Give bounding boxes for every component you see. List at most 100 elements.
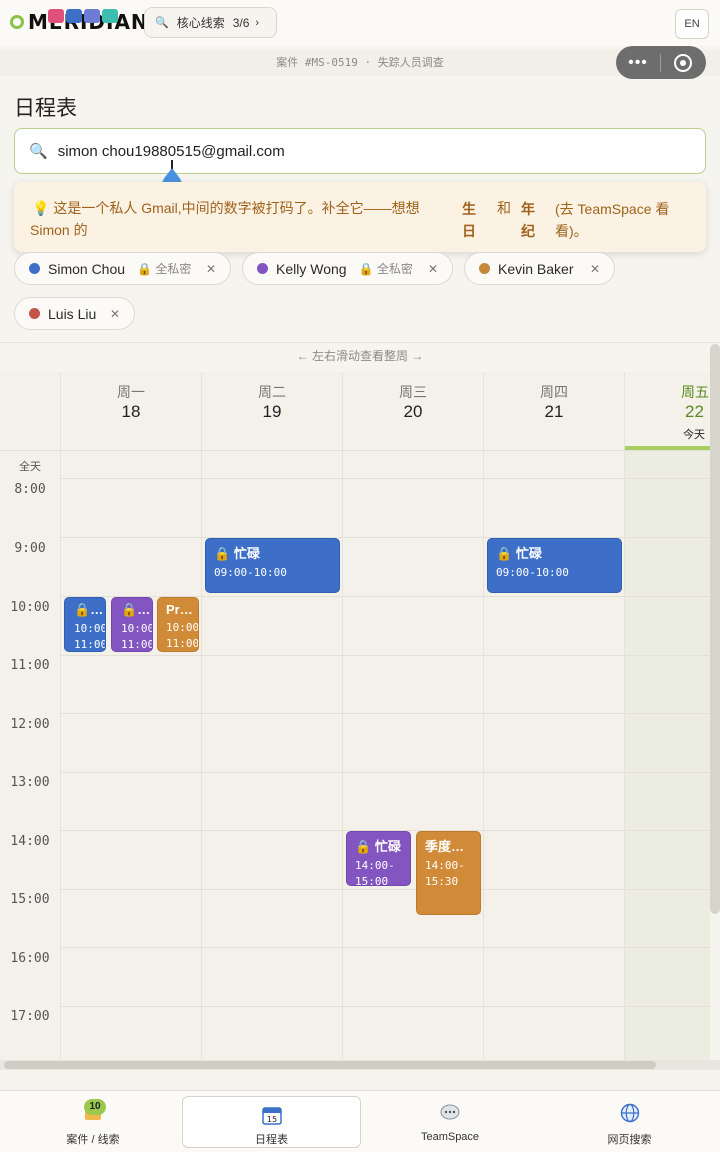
bottom-navigation: 10 案件 / 线索 15 日程表 TeamSpace 网页搜索 (0, 1090, 720, 1152)
horizontal-scrollbar[interactable] (0, 1060, 720, 1070)
person-name: Simon Chou (48, 260, 126, 277)
person-color-dot (257, 263, 268, 274)
remove-tag-button[interactable]: ✕ (110, 307, 120, 321)
calendar-event-busy[interactable]: 🔒 忙碌 09:00-10:00 (205, 538, 340, 593)
calendar-event-busy[interactable]: 🔒 忙碌 14:00- 15:00 (346, 831, 411, 886)
remove-tag-button[interactable]: ✕ (206, 262, 216, 276)
event-title: 季度… (425, 839, 465, 854)
miniprogram-capsule: ••• (616, 46, 706, 79)
remove-tag-button[interactable]: ✕ (590, 262, 600, 276)
hint-popover: 💡 这是一个私人 Gmail,中间的数字被打码了。补全它——想想 Simon 的… (14, 182, 706, 252)
shield-app-icon (66, 9, 82, 23)
event-title: 🔒 忙碌 (496, 546, 542, 561)
lightbulb-icon: 💡 (32, 200, 54, 216)
chat-bubble-icon (440, 1104, 460, 1120)
time-label: 11:00 (10, 658, 50, 673)
hint-keyword-age: 年纪 (521, 201, 535, 239)
person-color-dot (29, 263, 40, 274)
person-tag-luis-liu[interactable]: Luis Liu ✕ (14, 297, 135, 330)
nav-label: 日程表 (255, 1134, 288, 1146)
grid-line (0, 450, 710, 451)
scrollbar-thumb[interactable] (4, 1061, 656, 1069)
close-miniprogram-button[interactable] (661, 53, 705, 72)
lock-icon: 🔒 全私密 (358, 262, 413, 276)
event-time: 09:00-10:00 (496, 566, 569, 579)
swipe-hint: ← 左右滑动查看整周 → (0, 342, 720, 368)
day-header-tue[interactable]: 周二 19 (201, 372, 342, 450)
week-calendar[interactable]: 周一 18 周二 19 周三 20 周四 21 周五 22 今天 全天 8:00… (0, 372, 710, 1060)
hint-line-1: 💡 这是一个私人 Gmail,中间的数字被打码了。补全它——想想 (32, 200, 420, 216)
calendar-event[interactable]: Pr… 10:00 11:00 (157, 597, 199, 652)
tag-app-icon (102, 9, 118, 23)
chevron-right-icon: › (255, 16, 260, 29)
brand-logo-icon (10, 15, 24, 29)
day-date: 21 (544, 402, 564, 421)
day-name: 周三 (399, 384, 427, 400)
day-date: 20 (403, 402, 423, 421)
day-name: 周二 (258, 384, 286, 400)
event-title: 🔒 忙碌 (214, 546, 260, 561)
mail-app-icon (48, 9, 64, 23)
event-time: 10:00 11:00 (74, 622, 106, 651)
person-tag-kelly-wong[interactable]: Kelly Wong 🔒 全私密 ✕ (242, 252, 453, 285)
remove-tag-button[interactable]: ✕ (428, 262, 438, 276)
nav-label: 网页搜索 (607, 1134, 652, 1146)
day-date: 22 (685, 402, 704, 421)
time-label: 14:00 (10, 834, 50, 849)
lock-icon: 🔒 (355, 839, 375, 854)
person-tag-kevin-baker[interactable]: Kevin Baker ✕ (464, 252, 615, 285)
notification-badges (48, 9, 118, 23)
calendar-event[interactable]: 🔒… 10:00 11:00 (64, 597, 106, 652)
case-subtitle: 案件 #MS-0519 · 失踪人员调查 (0, 50, 720, 76)
grid-line (60, 1006, 710, 1007)
more-options-button[interactable]: ••• (616, 54, 660, 72)
nav-teamspace[interactable]: TeamSpace (361, 1091, 539, 1152)
all-day-label: 全天 (19, 460, 41, 473)
nav-web-search[interactable]: 网页搜索 (539, 1091, 720, 1152)
top-bar: MERIDIAN 🔍 核心线索 3/6 › EN (0, 0, 720, 46)
time-label: 9:00 (14, 541, 46, 556)
time-label: 10:00 (10, 600, 50, 615)
time-label: 17:00 (10, 1009, 50, 1024)
calendar-grid: 周一 18 周二 19 周三 20 周四 21 周五 22 今天 全天 8:00… (0, 372, 710, 1060)
search-input[interactable]: 🔍 simon chou19880515@gmail.com (14, 128, 706, 174)
day-date: 19 (262, 402, 282, 421)
time-label: 15:00 (10, 892, 50, 907)
day-header-wed[interactable]: 周三 20 (342, 372, 483, 450)
lock-icon: 🔒 全私密 (137, 262, 192, 276)
event-time: 10:00 11:00 (121, 622, 153, 651)
nav-schedule[interactable]: 15 日程表 (182, 1096, 361, 1148)
calendar-event-busy[interactable]: 🔒 忙碌 09:00-10:00 (487, 538, 622, 593)
person-name: Luis Liu (48, 305, 97, 322)
search-icon: 🔍 (155, 17, 169, 29)
day-header-thu[interactable]: 周四 21 (483, 372, 624, 450)
grid-line (60, 713, 710, 714)
grid-line (60, 372, 61, 1060)
grid-line (624, 372, 625, 1060)
event-time: 09:00-10:00 (214, 566, 287, 579)
messenger-app-icon (84, 9, 100, 23)
person-name: Kevin Baker (498, 260, 574, 277)
core-clues-button[interactable]: 🔍 核心线索 3/6 › (144, 7, 277, 38)
day-date: 18 (121, 402, 141, 421)
event-title: Pr… (166, 602, 193, 617)
day-header-mon[interactable]: 周一 18 (60, 372, 201, 450)
calendar-event-quarterly[interactable]: 季度… 14:00- 15:30 (416, 831, 481, 915)
search-icon: 🔍 (29, 143, 48, 160)
event-title: 🔒… (121, 602, 151, 617)
language-toggle-button[interactable]: EN (675, 9, 709, 39)
person-tag-simon-chou[interactable]: Simon Chou 🔒 全私密 ✕ (14, 252, 231, 285)
nav-label: TeamSpace (420, 1131, 480, 1143)
day-header-fri-today[interactable]: 周五 22 今天 (624, 372, 710, 450)
calendar-event[interactable]: 🔒… 10:00 11:00 (111, 597, 153, 652)
hint-and: 和 (497, 200, 511, 216)
event-title: 🔒 忙碌 (355, 839, 401, 854)
vertical-scrollbar[interactable] (710, 344, 720, 914)
today-label: 今天 (683, 429, 705, 441)
person-name: Kelly Wong (276, 260, 347, 277)
person-color-dot (29, 308, 40, 319)
nav-label: 案件 / 线索 (66, 1134, 120, 1146)
grid-line (60, 596, 710, 597)
svg-text:15: 15 (266, 1115, 276, 1124)
nav-cases-clues[interactable]: 10 案件 / 线索 (0, 1091, 186, 1152)
